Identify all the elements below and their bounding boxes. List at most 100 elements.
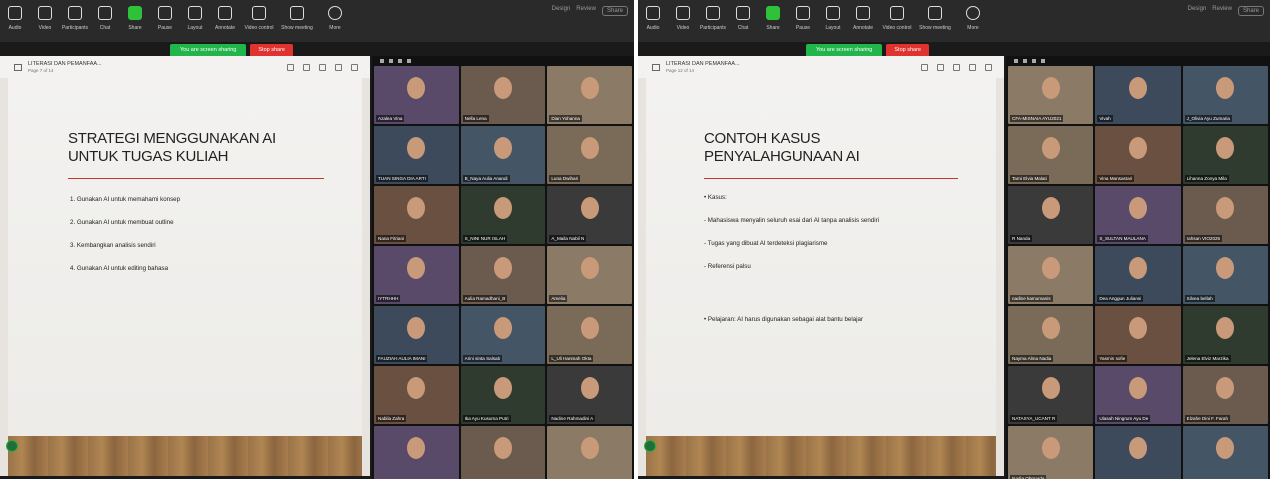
mic-status-icon[interactable] [644,440,656,452]
pause-icon [158,6,172,20]
participant-tile[interactable]: Dian Yohanna [547,66,632,124]
participant-tile[interactable]: Arini sinta Salsab [460,306,546,364]
toolbar-button-pause[interactable]: Pause [150,0,180,42]
participant-tile[interactable]: Vina Mansastari [1095,126,1181,184]
toolbar-button-video-control[interactable]: Video control [878,0,916,42]
toolbar-button-chat[interactable]: Chat [728,0,758,42]
participant-tile[interactable]: Nadia Ohmarda [1008,426,1094,479]
toolbar-button-video[interactable]: Video [30,0,60,42]
share-button[interactable]: Share [1237,6,1264,16]
participant-tile[interactable]: Nella Lena [460,66,546,124]
participant-name: Elzahe Dini F. Farah [1184,415,1231,422]
participant-tile[interactable] [547,426,632,479]
participant-tile[interactable]: Elzahe Dini F. Farah [1182,366,1268,424]
participant-tile[interactable]: Nana Fitriani [374,186,459,244]
participant-tile[interactable]: Nadine Rahmadini A [547,366,632,424]
search-icon[interactable] [985,63,992,71]
participant-tile[interactable]: R Nanda [1008,186,1094,244]
participant-tile[interactable]: NATASYA_UCANT R [1008,366,1094,424]
slide-title: CONTOH KASUS PENYALAHGUNAAN AI [704,130,860,166]
toolbar-button-layout[interactable]: Layout [818,0,848,42]
participant-tile[interactable]: Azalea Vina [374,66,459,124]
comment-icon[interactable] [969,63,976,71]
participant-tile[interactable] [1095,426,1181,479]
page-icon[interactable] [921,63,928,71]
participant-video [580,437,599,460]
zoom-icon[interactable] [303,63,310,71]
ribbon-tab[interactable]: Design [1188,6,1207,16]
video-control-icon [252,6,266,20]
participant-tile[interactable]: J_Olivia Ayu Zumaria [1182,66,1268,124]
participant-tile[interactable]: Ika Ayu Kusuma Putri [460,366,546,424]
sidebar-toggle-icon[interactable] [652,63,660,71]
participant-name: S_NINI NUR ISLAH [462,235,508,242]
participant-tile[interactable]: Vivah [1095,66,1181,124]
mic-status-icon[interactable] [6,440,18,452]
participant-tile[interactable]: Tarni Elvia Malati [1008,126,1094,184]
toolbar-button-audio[interactable]: Audio [0,0,30,42]
toolbar-button-video[interactable]: Video [668,0,698,42]
toolbar-button-audio[interactable]: Audio [638,0,668,42]
ribbon-tab[interactable]: Review [1212,6,1232,16]
participant-tile[interactable]: L_Uli Hanmah Okta [547,306,632,364]
toolbar-button-video-control[interactable]: Video control [240,0,278,42]
toolbar-button-show-meeting[interactable]: Show meeting [916,0,954,42]
toolbar-button-label: Show meeting [281,25,313,31]
participant-name: TUAN SINGA DIA ARTI [376,175,428,182]
toolbar-button-annotate[interactable]: Annotate [210,0,240,42]
toolbar-button-chat[interactable]: Chat [90,0,120,42]
participant-tile[interactable]: S_SULTAN MAULANA [1095,186,1181,244]
participant-tile[interactable]: FAUZIAH AULIA IMANI [374,306,459,364]
toolbar-button-more[interactable]: More [316,0,354,42]
toolbar-button-annotate[interactable]: Annotate [848,0,878,42]
participant-tile[interactable]: TUAN SINGA DIA ARTI [374,126,459,184]
toolbar-button-more[interactable]: More [954,0,992,42]
participant-tile[interactable]: Aulia Ramadhani_B [460,246,546,304]
participant-tile[interactable] [374,426,459,479]
participant-tile[interactable]: CFA-MISNAIA AYU2021 [1008,66,1094,124]
toolbar-button-participants[interactable]: Participants [698,0,728,42]
participant-video [1128,257,1147,280]
toolbar-button-share[interactable]: Share [120,0,150,42]
meeting-icon [928,6,942,20]
ribbon-tab[interactable]: Review [576,6,596,16]
participant-tile[interactable]: A_Maila Nabil N [547,186,632,244]
participant-tile[interactable]: Ulasah Ningrum Ayu De [1095,366,1181,424]
participant-tile[interactable]: Dea Anggun Juliansi [1095,246,1181,304]
page-icon[interactable] [287,63,294,71]
participant-tile[interactable]: S_NINI NUR ISLAH [460,186,546,244]
toolbar-button-pause[interactable]: Pause [788,0,818,42]
participant-video [1216,437,1235,460]
participant-tile[interactable]: B_Naya Aulia Anandi [460,126,546,184]
participant-name: Nana Fitriani [376,235,407,242]
search-icon[interactable] [351,63,358,71]
pen-tool-icon[interactable] [319,63,326,71]
participant-tile[interactable]: Jelena Elviz Marzika [1182,306,1268,364]
participant-tile[interactable]: rahsan VIO2025 [1182,186,1268,244]
toolbar-button-participants[interactable]: Participants [60,0,90,42]
ribbon-tab[interactable]: Design [552,6,571,16]
participant-tile[interactable] [1182,426,1268,479]
participant-tile[interactable]: Lihanna Zonya Mila [1182,126,1268,184]
toolbar-button-layout[interactable]: Layout [180,0,210,42]
participant-tile[interactable] [460,426,546,479]
participant-tile[interactable]: Yasmin sofie [1095,306,1181,364]
toolbar-button-share[interactable]: Share [758,0,788,42]
video-control-icon [890,6,904,20]
participant-tile[interactable]: Luna Dwihari [547,126,632,184]
pen-tool-icon[interactable] [953,63,960,71]
participant-tile[interactable]: nadine kamumanis [1008,246,1094,304]
toolbar-button-show-meeting[interactable]: Show meeting [278,0,316,42]
comment-icon[interactable] [335,63,342,71]
participant-tile[interactable]: Silvea bellah [1182,246,1268,304]
participant-video [1128,437,1147,460]
participant-tile[interactable]: Amelia [547,246,632,304]
participant-name: FAUZIAH AULIA IMANI [376,355,428,362]
participant-tile[interactable]: IYTRHHH [374,246,459,304]
sidebar-toggle-icon[interactable] [14,63,22,71]
share-button[interactable]: Share [601,6,628,16]
participant-tile[interactable]: Nabila Zahra [374,366,459,424]
participant-video [493,437,512,460]
participant-tile[interactable]: Nayma Alma Nadia [1008,306,1094,364]
zoom-icon[interactable] [937,63,944,71]
